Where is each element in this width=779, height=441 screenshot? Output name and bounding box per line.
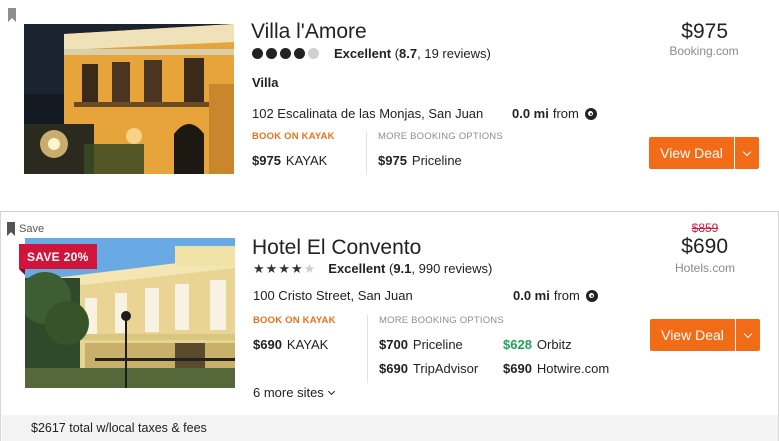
rating-word: Excellent xyxy=(328,261,386,276)
total-price-footer: $2617 total w/local taxes & fees xyxy=(2,415,778,441)
hotel-card-el-convento[interactable]: Save SAVE 20% Hotel El Convento ★ ★ ★ ★ … xyxy=(0,212,779,441)
booking-offer[interactable]: $628 Orbitz xyxy=(503,337,572,352)
price-source: Hotels.com xyxy=(674,261,736,275)
hotel-address: 102 Escalinata de las Monjas, San Juan xyxy=(252,106,484,121)
property-type: Villa xyxy=(252,75,279,90)
hotel-card-villa-lamore[interactable]: Villa l'Amore Excellent (8.7, 19 reviews… xyxy=(0,0,779,212)
rating-dot xyxy=(280,48,291,59)
rating-score: 9.1 xyxy=(393,261,412,276)
rating-dot xyxy=(294,48,305,59)
original-price: $859 xyxy=(691,221,719,235)
hotel-address: 100 Cristo Street, San Juan xyxy=(253,288,413,303)
star-icon: ★ xyxy=(278,261,290,276)
star-empty-icon: ★ xyxy=(303,261,316,276)
kayak-offer[interactable]: $690 KAYAK xyxy=(253,337,328,352)
offer-price: $690 xyxy=(253,337,282,352)
offer-price: $690 xyxy=(503,361,532,376)
star-icon: ★ xyxy=(290,261,303,276)
hotel-name[interactable]: Hotel El Convento xyxy=(252,236,421,260)
chevron-down-icon xyxy=(743,329,753,338)
book-on-kayak-label: BOOK ON KAYAK xyxy=(253,315,336,326)
offer-site: Priceline xyxy=(412,337,463,352)
deal-options-button[interactable] xyxy=(735,137,759,169)
bookmark-icon[interactable] xyxy=(8,8,16,22)
book-on-kayak-label: BOOK ON KAYAK xyxy=(252,131,335,142)
map-pin-icon[interactable] xyxy=(585,289,598,302)
more-booking-options-label: MORE BOOKING OPTIONS xyxy=(379,315,504,326)
hotel-price[interactable]: $690 xyxy=(681,235,728,259)
offer-price: $975 xyxy=(378,153,407,168)
distance-suffix: from xyxy=(553,288,580,303)
view-deal-button[interactable]: View Deal xyxy=(650,319,735,351)
review-summary[interactable]: Excellent (9.1, 990 reviews) xyxy=(328,261,492,276)
hotel-name[interactable]: Villa l'Amore xyxy=(251,20,367,44)
offer-site: Orbitz xyxy=(536,337,572,352)
offer-site: KAYAK xyxy=(286,337,329,352)
kayak-offer[interactable]: $975 KAYAK xyxy=(252,153,327,168)
more-sites-label: 6 more sites xyxy=(253,385,324,400)
more-sites-link[interactable]: 6 more sites xyxy=(253,385,335,400)
booking-offer[interactable]: $690 TripAdvisor xyxy=(379,361,478,376)
save-toggle[interactable]: Save xyxy=(7,222,44,236)
view-deal-button[interactable]: View Deal xyxy=(649,137,734,169)
distance-info[interactable]: 0.0 mi from xyxy=(512,106,597,121)
more-booking-options-label: MORE BOOKING OPTIONS xyxy=(378,131,503,142)
rating-word: Excellent xyxy=(334,46,392,61)
review-count: , 19 reviews) xyxy=(417,46,491,61)
distance-suffix: from xyxy=(552,106,579,121)
review-summary[interactable]: Excellent (8.7, 19 reviews) xyxy=(334,46,491,61)
view-deal-group: View Deal xyxy=(650,319,760,351)
review-count: , 990 reviews) xyxy=(411,261,493,276)
hotel-price[interactable]: $975 xyxy=(681,20,728,44)
divider xyxy=(367,315,368,383)
deal-options-button[interactable] xyxy=(736,319,760,351)
rating-dot xyxy=(252,48,263,59)
booking-offer[interactable]: $975 Priceline xyxy=(378,153,462,168)
hotel-rating: ★ ★ ★ ★ ★ Excellent (9.1, 990 reviews) xyxy=(253,261,492,276)
booking-offer[interactable]: $700 Priceline xyxy=(379,337,463,352)
offer-site: TripAdvisor xyxy=(412,361,479,376)
rating-score: 8.7 xyxy=(399,46,418,61)
chevron-down-icon xyxy=(327,387,335,395)
map-pin-icon[interactable] xyxy=(584,107,597,120)
distance-value: 0.0 mi xyxy=(513,288,550,303)
hotel-photo[interactable] xyxy=(24,24,234,174)
discount-badge: SAVE 20% xyxy=(19,244,97,269)
offer-price: $690 xyxy=(379,361,408,376)
offer-site: Priceline xyxy=(411,153,462,168)
view-deal-group: View Deal xyxy=(649,137,759,169)
distance-value: 0.0 mi xyxy=(512,106,549,121)
offer-site: Hotwire.com xyxy=(536,361,610,376)
rating-dot-empty xyxy=(308,48,319,59)
offer-price: $700 xyxy=(379,337,408,352)
hotel-rating: Excellent (8.7, 19 reviews) xyxy=(252,46,491,61)
total-price-text: $2617 total w/local taxes & fees xyxy=(31,421,207,435)
price-source: Booking.com xyxy=(669,44,739,58)
offer-price: $975 xyxy=(252,153,281,168)
star-icon: ★ xyxy=(265,261,278,276)
distance-info[interactable]: 0.0 mi from xyxy=(513,288,598,303)
booking-offer[interactable]: $690 Hotwire.com xyxy=(503,361,609,376)
divider xyxy=(366,131,367,175)
bookmark-icon xyxy=(7,222,15,236)
save-label: Save xyxy=(19,223,45,235)
offer-site: KAYAK xyxy=(285,153,328,168)
rating-dot xyxy=(266,48,277,59)
star-icon: ★ xyxy=(253,261,265,276)
offer-price: $628 xyxy=(503,337,532,352)
chevron-down-icon xyxy=(742,147,752,156)
